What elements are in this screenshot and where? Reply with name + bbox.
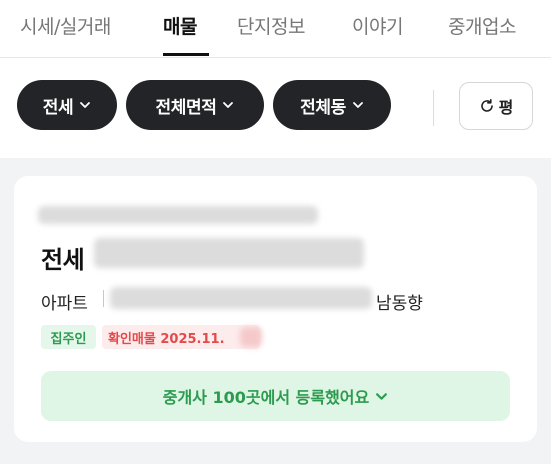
tab-agencies[interactable]: 중개업소 xyxy=(448,12,516,39)
unit-toggle-label: 평 xyxy=(498,98,514,117)
trade-type-label: 전세 xyxy=(42,97,74,118)
active-tab-indicator xyxy=(163,53,209,56)
chevron-down-icon xyxy=(223,102,234,108)
property-type: 아파트 xyxy=(41,294,88,314)
tab-complex-info[interactable]: 단지정보 xyxy=(237,12,305,39)
dong-filter[interactable]: 전체동 xyxy=(273,80,391,130)
filter-bar: 전세 전체면적 전체동 평 xyxy=(0,58,551,158)
trade-type-filter[interactable]: 전세 xyxy=(17,80,117,130)
unit-toggle-button[interactable]: 평 xyxy=(459,82,533,130)
refresh-icon xyxy=(480,99,493,112)
chevron-down-icon xyxy=(80,102,91,108)
tab-price-history[interactable]: 시세/실거래 xyxy=(20,12,111,39)
verified-badge: 확인매물 2025.11. xyxy=(102,325,260,349)
chevron-down-icon xyxy=(376,392,388,400)
owner-badge: 집주인 xyxy=(41,325,96,349)
filter-divider xyxy=(433,90,434,126)
tab-listings[interactable]: 매물 xyxy=(163,12,197,39)
info-separator xyxy=(103,290,104,307)
blurred-details xyxy=(110,287,372,309)
blurred-price xyxy=(94,238,364,268)
tab-bar: 시세/실거래 매물 단지정보 이야기 중개업소 xyxy=(0,0,551,58)
agent-count-button[interactable]: 중개사 100곳에서 등록했어요 xyxy=(41,371,510,421)
area-label: 전체면적 xyxy=(155,97,217,118)
tab-stories[interactable]: 이야기 xyxy=(352,12,403,39)
blurred-verified-date xyxy=(240,327,262,347)
dong-label: 전체동 xyxy=(300,97,346,118)
agent-count-label: 중개사 100곳에서 등록했어요 xyxy=(162,388,370,407)
listing-list: 전세 아파트 남동향 집주인 확인매물 2025.11. 중개사 100곳에서 … xyxy=(0,158,551,464)
chevron-down-icon xyxy=(352,102,363,108)
facing-direction: 남동향 xyxy=(376,294,423,314)
listing-card[interactable]: 전세 아파트 남동향 집주인 확인매물 2025.11. 중개사 100곳에서 … xyxy=(14,176,537,442)
area-filter[interactable]: 전체면적 xyxy=(126,80,264,130)
blurred-listing-title xyxy=(38,206,318,224)
listing-price-prefix: 전세 xyxy=(41,246,85,274)
verified-badge-label: 확인매물 2025.11. xyxy=(108,331,225,347)
